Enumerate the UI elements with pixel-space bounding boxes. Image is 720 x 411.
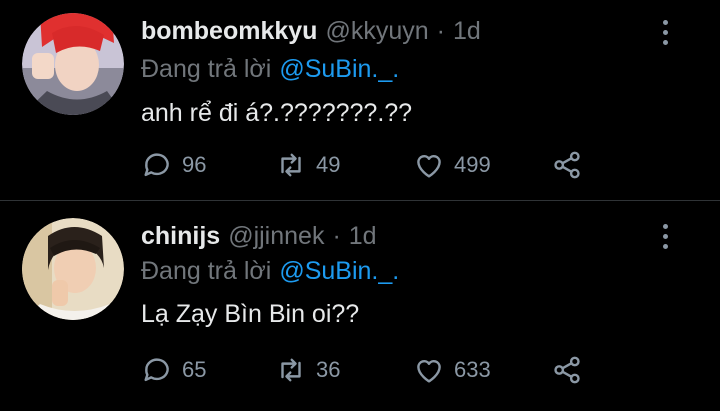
heart-icon	[417, 155, 441, 178]
timestamp[interactable]: 1d	[453, 17, 481, 46]
display-name[interactable]: bombeomkkyu	[141, 17, 317, 46]
avatar-image	[22, 218, 124, 320]
like-count: 499	[454, 152, 491, 177]
user-handle[interactable]: @kkyuyn	[325, 17, 428, 46]
share-icon	[554, 356, 580, 384]
share-button[interactable]	[550, 352, 584, 388]
tweet-actions: 96 49 499	[140, 147, 600, 183]
tweet-text: Lạ Zạy Bìn Bin oi??	[141, 300, 360, 328]
replying-to: Đang trả lời @SuBin._.	[141, 55, 399, 84]
tweet-text: anh rể đi á?.???????.??	[141, 99, 413, 127]
mention-link[interactable]: @SuBin._.	[279, 257, 399, 285]
reply-count: 96	[182, 152, 207, 177]
avatar-image	[22, 13, 124, 115]
avatar[interactable]	[22, 13, 124, 115]
retweet-button[interactable]: 49	[274, 147, 340, 183]
reply-icon	[144, 358, 169, 382]
timestamp[interactable]: 1d	[349, 222, 377, 251]
retweet-count: 36	[316, 357, 341, 382]
reply-button[interactable]: 96	[140, 147, 206, 183]
reply-button[interactable]: 65	[140, 352, 206, 388]
reply-icon	[144, 153, 169, 177]
more-options-icon[interactable]	[655, 216, 675, 256]
reply-count: 65	[182, 357, 207, 382]
separator-dot: ·	[332, 221, 341, 250]
display-name[interactable]: chinijs	[141, 222, 220, 251]
heart-icon	[417, 360, 441, 383]
tweet-actions: 65 36 633	[140, 352, 600, 388]
share-icon	[554, 151, 580, 179]
replying-to-label: Đang trả lời	[141, 257, 272, 285]
tweet-header: chinijs @jjinnek · 1d	[141, 219, 377, 253]
like-count: 633	[454, 357, 491, 382]
more-options-icon[interactable]	[655, 12, 675, 52]
tweet-header: bombeomkkyu @kkyuyn · 1d	[141, 14, 481, 48]
like-button[interactable]: 499	[412, 147, 491, 183]
retweet-count: 49	[316, 152, 341, 177]
separator-dot: ·	[436, 16, 445, 45]
like-button[interactable]: 633	[412, 352, 491, 388]
share-button[interactable]	[550, 147, 584, 183]
tweet-divider	[0, 200, 720, 201]
retweet-icon	[281, 153, 301, 177]
retweet-button[interactable]: 36	[274, 352, 340, 388]
avatar[interactable]	[22, 218, 124, 320]
replying-to: Đang trả lời @SuBin._.	[141, 257, 399, 286]
user-handle[interactable]: @jjinnek	[228, 222, 324, 251]
replying-to-label: Đang trả lời	[141, 55, 272, 83]
retweet-icon	[281, 358, 301, 382]
mention-link[interactable]: @SuBin._.	[279, 55, 399, 83]
